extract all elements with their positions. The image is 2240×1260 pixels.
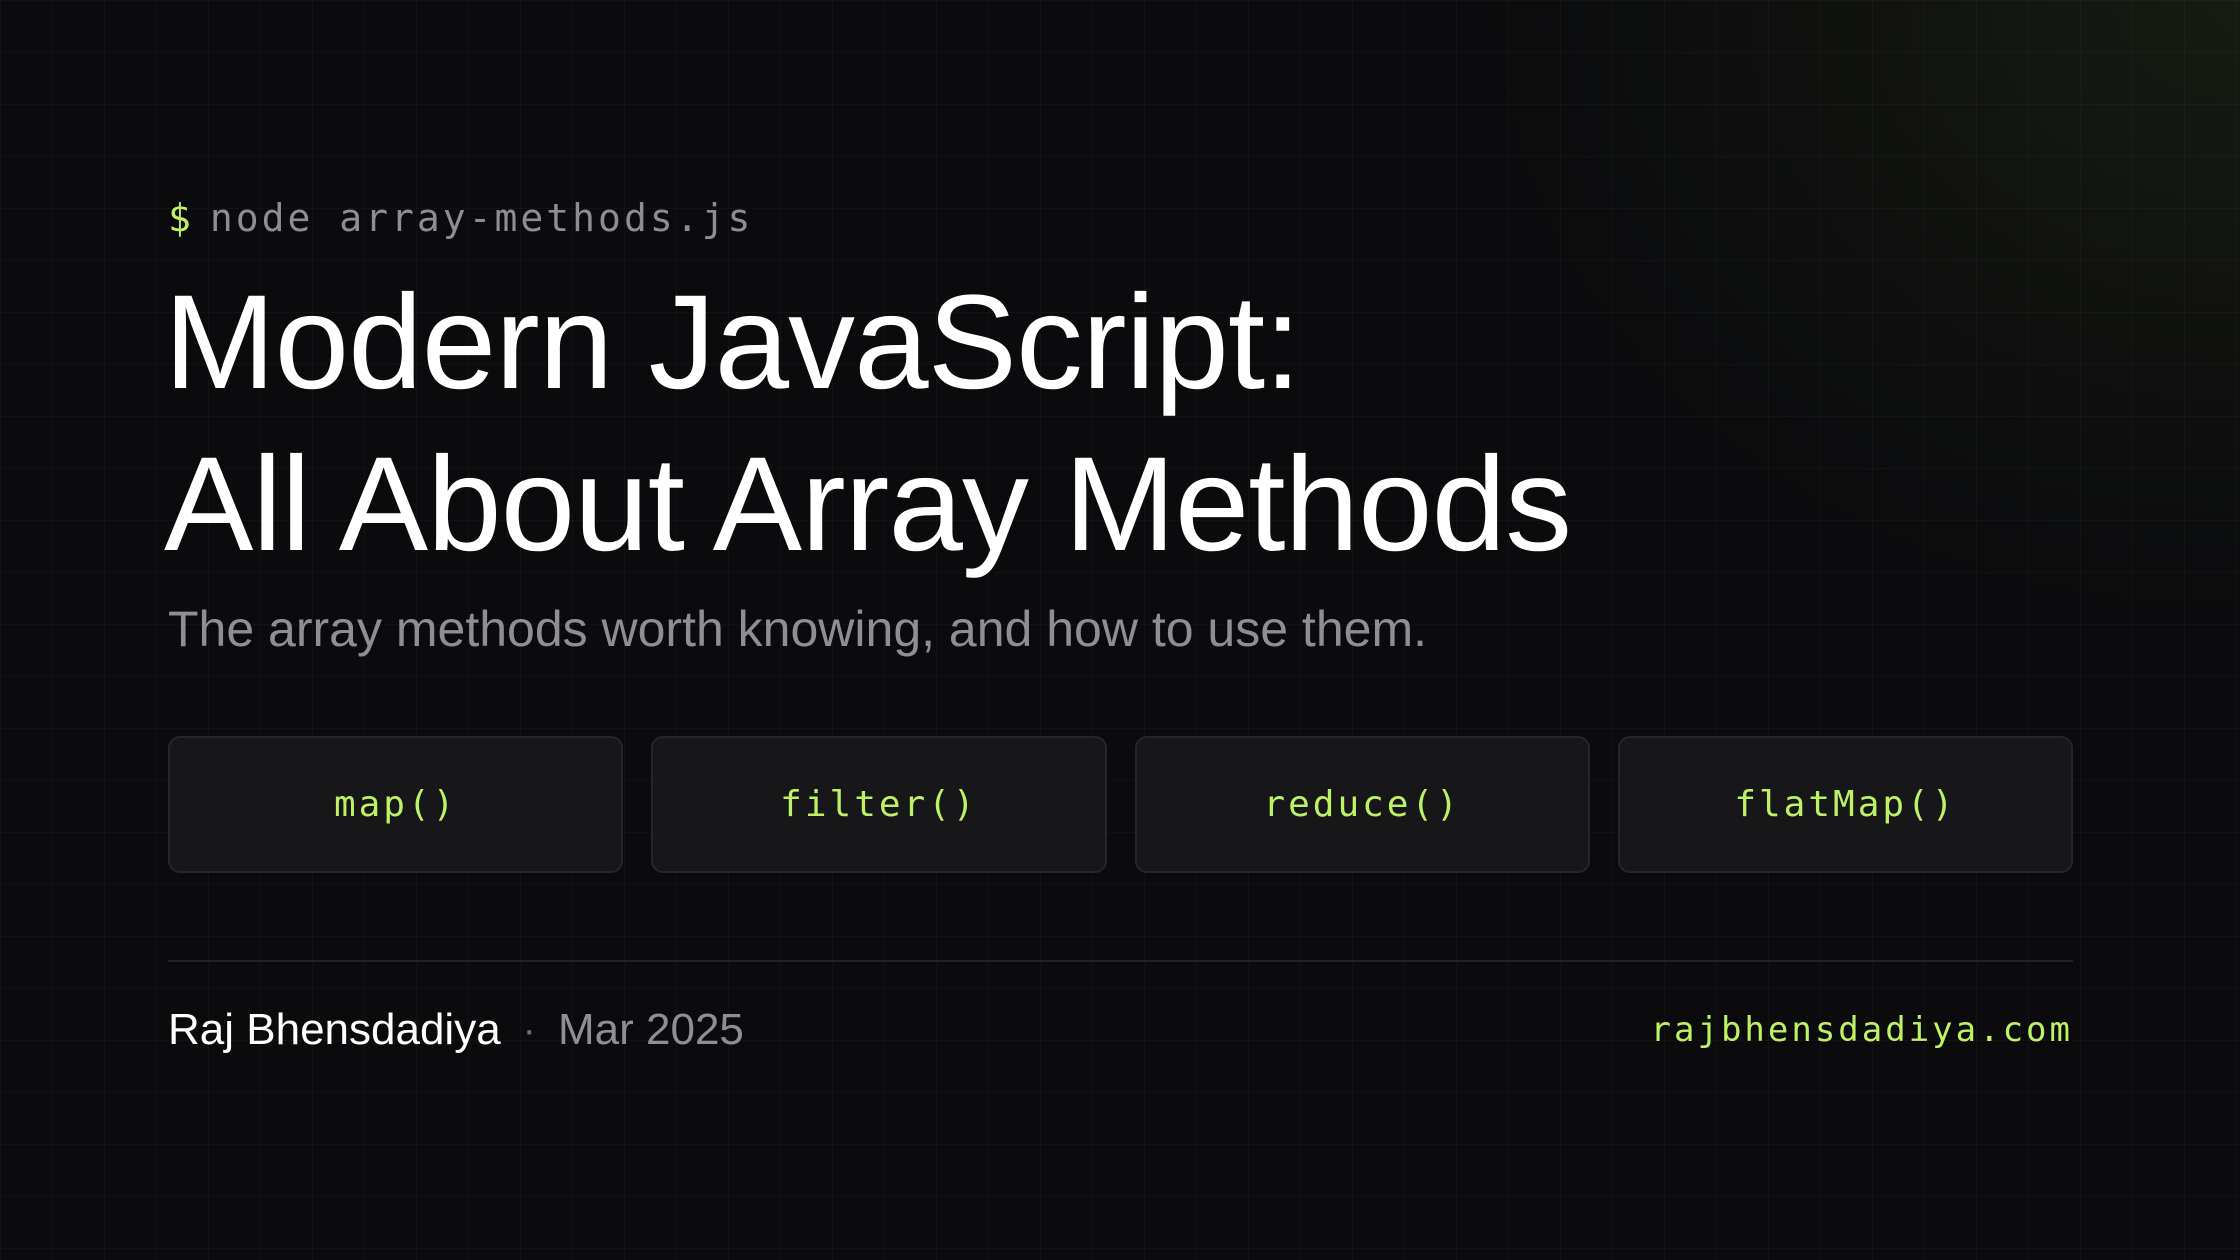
slide-canvas: $ node array-methods.js Modern JavaScript… [0,0,2240,1260]
method-card-flatmap[interactable]: flatMap() [1617,736,2073,873]
publish-date: Mar 2025 [558,1005,744,1054]
title-line-2: All About Array Methods [164,430,1572,579]
terminal-prompt: $ node array-methods.js [168,196,753,240]
method-label: filter() [780,784,978,825]
subtitle: The array methods worth knowing, and how… [168,601,1427,657]
slide-content: $ node array-methods.js Modern JavaScript… [164,0,2073,1260]
byline: Raj Bhensdadiya · Mar 2025 [168,1005,744,1055]
website-link[interactable]: rajbhensdadiya.com [1651,1010,2073,1050]
method-card-reduce[interactable]: reduce() [1134,736,1590,873]
prompt-command: node array-methods.js [209,196,754,240]
method-label: map() [333,784,458,825]
method-card-map[interactable]: map() [168,736,624,873]
prompt-symbol: $ [168,196,194,240]
byline-separator: · [522,1007,536,1052]
page-title: Modern JavaScript: All About Array Metho… [164,262,1572,586]
method-cards: map() filter() reduce() flatMap() [168,736,2073,873]
footer: Raj Bhensdadiya · Mar 2025 rajbhensdadiy… [168,1000,2073,1060]
method-card-filter[interactable]: filter() [651,736,1107,873]
footer-divider [168,960,2073,962]
title-line-1: Modern JavaScript: [164,268,1301,417]
author-name: Raj Bhensdadiya [168,1005,501,1054]
method-label: reduce() [1263,784,1461,825]
method-label: flatMap() [1734,784,1957,825]
